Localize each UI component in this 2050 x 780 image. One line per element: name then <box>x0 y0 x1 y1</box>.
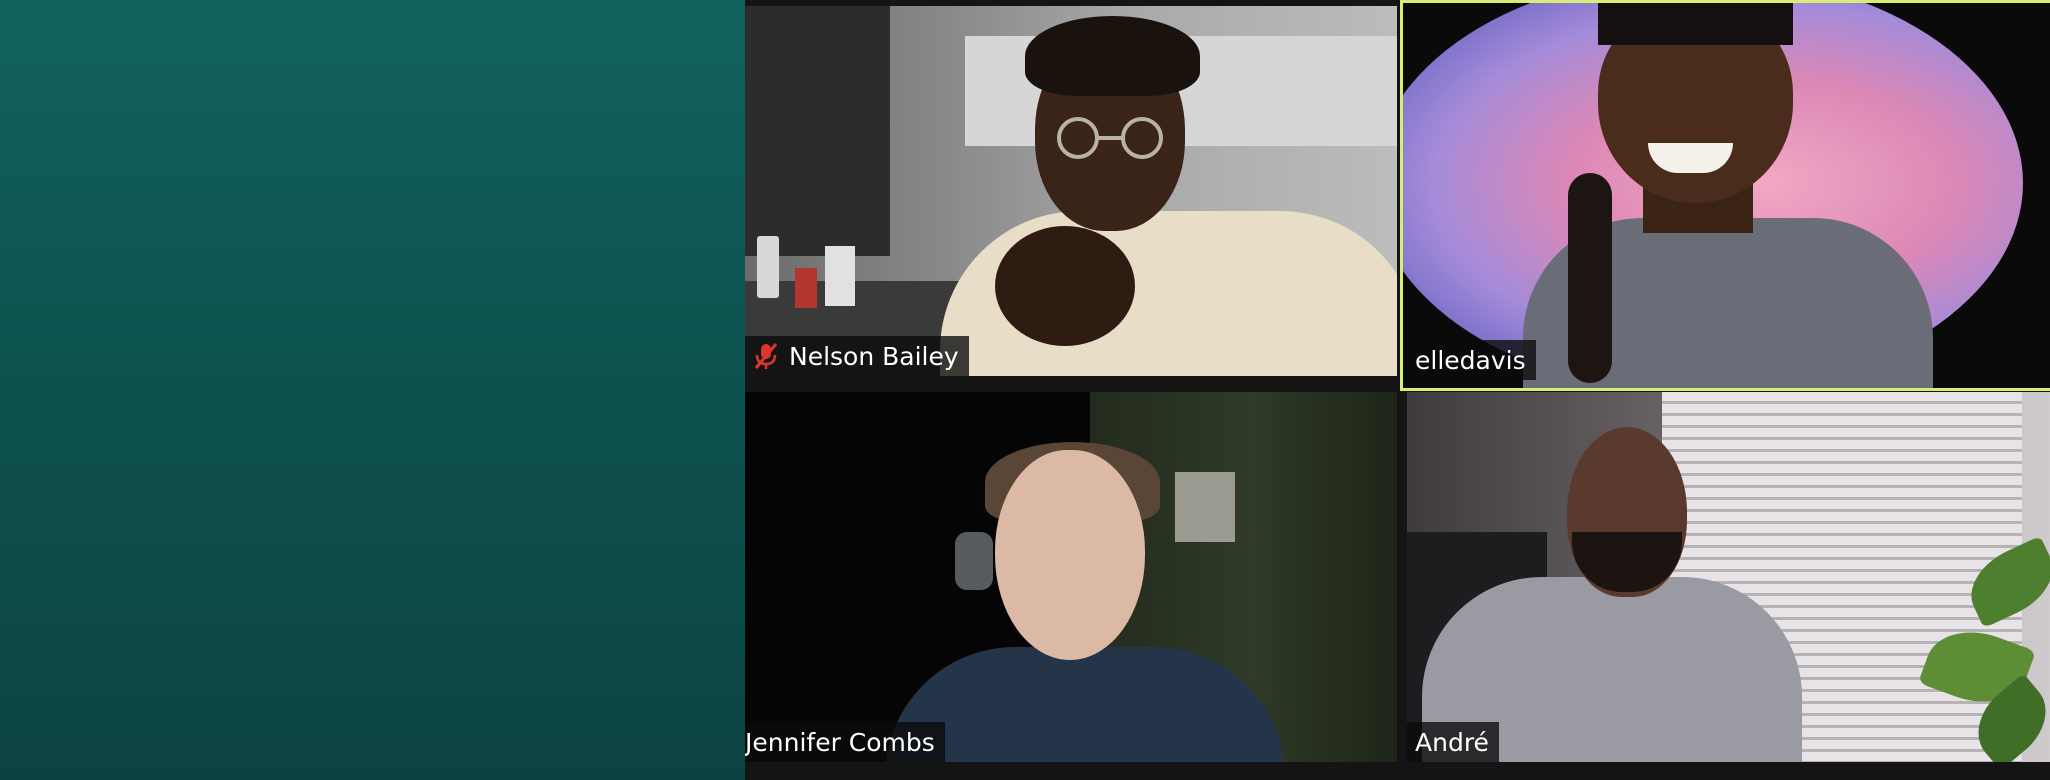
participant-name: elledavis <box>1415 345 1526 375</box>
participant-name: André <box>1415 727 1489 757</box>
participant-name: Nelson Bailey <box>789 341 959 371</box>
side-panel-background <box>0 0 745 780</box>
video-tile-andre[interactable]: André <box>1407 392 2050 762</box>
video-feed <box>745 6 1397 376</box>
participant-name: Jennifer Combs <box>745 727 935 757</box>
video-feed <box>1407 392 2050 762</box>
participant-name-tag: Jennifer Combs <box>745 722 945 762</box>
video-tile-nelson-bailey[interactable]: Nelson Bailey <box>745 6 1397 376</box>
participant-name-tag: Nelson Bailey <box>745 336 969 376</box>
video-tile-elledavis[interactable]: elledavis <box>1400 0 2050 391</box>
video-feed <box>745 392 1397 762</box>
mic-muted-icon <box>754 343 778 369</box>
video-feed <box>1403 3 2050 388</box>
participant-name-tag: André <box>1407 722 1499 762</box>
participant-name-tag: elledavis <box>1407 340 1536 380</box>
video-tile-jennifer-combs[interactable]: Jennifer Combs <box>745 392 1397 762</box>
video-call-window: Nelson Bailey elledavis Jennifer Combs A… <box>0 0 2050 780</box>
